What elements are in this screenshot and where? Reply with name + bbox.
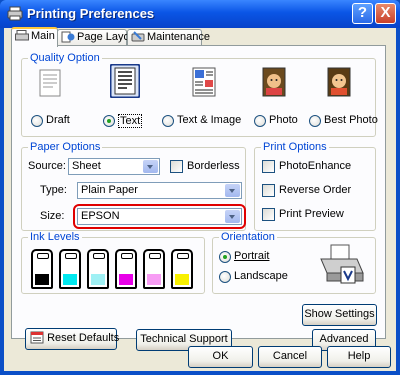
source-value: Sheet — [72, 160, 101, 172]
chevron-down-icon[interactable] — [143, 160, 158, 173]
type-label: Type: — [40, 184, 67, 196]
photo-radio[interactable] — [254, 115, 266, 127]
group-title: Print Options — [261, 141, 329, 153]
reset-defaults-icon — [30, 331, 44, 344]
reverse-order-checkbox[interactable] — [262, 184, 275, 197]
portrait-radio[interactable] — [219, 251, 231, 263]
group-title: Paper Options — [28, 141, 103, 153]
tab-label: Maintenance — [147, 31, 210, 43]
light-cyan-ink-cartridge — [87, 249, 109, 289]
print-options-group: Print Options PhotoEnhance Reverse Order… — [254, 141, 376, 231]
printer-icon — [15, 30, 29, 41]
chevron-down-icon[interactable] — [225, 210, 240, 223]
text-and-image-label: Text & Image — [177, 114, 242, 126]
chevron-down-icon[interactable] — [225, 184, 240, 197]
dialog-client-area: Main Page Layout Maintenance Quality Opt… — [4, 27, 396, 371]
best-photo-icon — [327, 67, 351, 97]
printer-orientation-icon — [320, 244, 364, 284]
photo-quality-icon — [262, 67, 286, 97]
maintenance-icon — [131, 31, 145, 42]
tab-page-layout[interactable]: Page Layout — [57, 29, 139, 46]
size-select[interactable]: EPSON — [77, 208, 242, 225]
yellow-ink-cartridge — [171, 249, 193, 289]
reset-defaults-button[interactable]: Reset Defaults — [25, 328, 120, 350]
source-label: Source: — [28, 160, 66, 172]
ink-levels-group: Ink Levels — [21, 231, 205, 294]
print-preview-checkbox[interactable] — [262, 208, 275, 221]
draft-quality-icon — [39, 69, 61, 97]
close-button[interactable]: X — [375, 3, 396, 24]
page-layout-icon — [61, 31, 75, 43]
tab-label: Main — [31, 30, 55, 42]
print-preview-label: Print Preview — [279, 208, 344, 220]
group-title: Orientation — [219, 231, 277, 243]
quality-option-group: Quality Option Draft Text Text & Image P… — [21, 52, 378, 137]
reverse-order-label: Reverse Order — [279, 184, 352, 196]
size-value: EPSON — [81, 210, 120, 222]
text-and-image-radio[interactable] — [162, 115, 174, 127]
window-title: Printing Preferences — [27, 6, 155, 21]
show-settings-button[interactable]: Show Settings — [302, 304, 377, 326]
reset-defaults-label: Reset Defaults — [47, 332, 120, 344]
group-title: Ink Levels — [28, 231, 82, 243]
text-and-image-icon — [192, 67, 216, 97]
black-ink-cartridge — [31, 249, 53, 289]
group-title: Quality Option — [28, 52, 102, 64]
draft-label: Draft — [46, 114, 70, 126]
portrait-label: Portrait — [234, 250, 270, 262]
borderless-checkbox[interactable] — [170, 160, 183, 173]
source-select[interactable]: Sheet — [68, 158, 160, 175]
borderless-label: Borderless — [187, 160, 240, 172]
ok-button[interactable]: OK — [188, 346, 253, 368]
light-magenta-ink-cartridge — [143, 249, 165, 289]
help-button[interactable]: Help — [327, 346, 391, 368]
text-radio[interactable] — [103, 115, 115, 127]
tab-main[interactable]: Main — [11, 27, 58, 47]
type-value: Plain Paper — [81, 184, 138, 196]
photo-enhance-label: PhotoEnhance — [279, 160, 352, 172]
cancel-button[interactable]: Cancel — [258, 346, 322, 368]
best-photo-label: Best Photo — [324, 114, 378, 126]
size-label: Size: — [40, 210, 65, 222]
photo-enhance-checkbox[interactable] — [262, 160, 275, 173]
cyan-ink-cartridge — [59, 249, 81, 289]
type-select[interactable]: Plain Paper — [77, 182, 242, 199]
paper-options-group: Paper Options Source: Sheet Borderless T… — [21, 141, 246, 231]
landscape-label: Landscape — [234, 270, 288, 282]
printer-icon — [7, 6, 23, 21]
best-photo-radio[interactable] — [309, 115, 321, 127]
printing-preferences-window: Printing Preferences ? X Main Page Layou… — [0, 0, 400, 375]
text-quality-icon — [110, 64, 140, 98]
draft-radio[interactable] — [31, 115, 43, 127]
title-bar[interactable]: Printing Preferences ? X — [0, 0, 400, 28]
orientation-group: Orientation Portrait Landscape — [212, 231, 376, 294]
help-title-button[interactable]: ? — [352, 3, 373, 24]
magenta-ink-cartridge — [115, 249, 137, 289]
landscape-radio[interactable] — [219, 271, 231, 283]
main-tab-panel: Quality Option Draft Text Text & Image P… — [11, 45, 386, 351]
text-label: Text — [118, 114, 143, 128]
photo-label: Photo — [269, 114, 298, 126]
tab-maintenance[interactable]: Maintenance — [127, 29, 210, 46]
